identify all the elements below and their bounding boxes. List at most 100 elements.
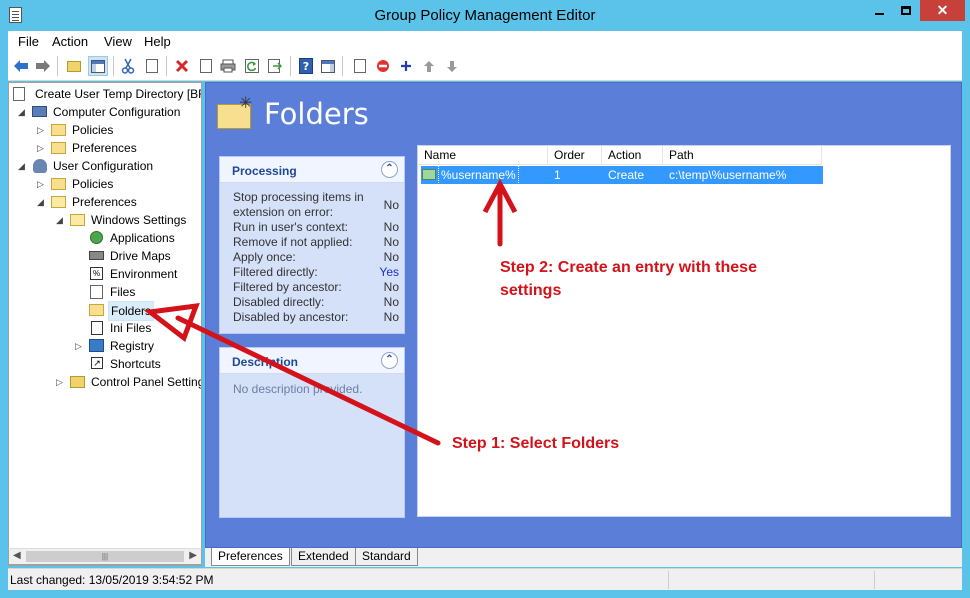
- tree-item-files[interactable]: Files: [9, 283, 199, 301]
- tree-label: Applications: [110, 231, 175, 245]
- expand-arrow-icon[interactable]: ▷: [37, 121, 44, 139]
- expand-arrow-icon[interactable]: ▷: [37, 175, 44, 193]
- action-pane-icon[interactable]: [318, 56, 338, 76]
- tree-item-environment[interactable]: % Environment: [9, 265, 199, 283]
- move-down-icon[interactable]: [442, 56, 462, 76]
- column-header-order[interactable]: Order: [548, 146, 602, 165]
- menu-view[interactable]: View: [104, 34, 132, 49]
- show-hide-tree-icon[interactable]: [88, 56, 108, 76]
- tree-horizontal-scrollbar[interactable]: ◀ ||| ▶: [8, 548, 202, 565]
- processing-label: Filtered directly:: [233, 265, 318, 279]
- tree-item-windows-settings[interactable]: ◢ Windows Settings: [9, 211, 199, 229]
- menu-help[interactable]: Help: [144, 34, 171, 49]
- add-icon[interactable]: [396, 56, 416, 76]
- environment-icon: %: [90, 267, 103, 280]
- tree-item-computer-configuration[interactable]: ◢ Computer Configuration: [9, 103, 199, 121]
- delete-icon[interactable]: [172, 56, 192, 76]
- sparkle-icon: ✳: [239, 95, 253, 112]
- collapse-arrow-icon[interactable]: ◢: [18, 157, 25, 175]
- new-item-icon[interactable]: [350, 56, 370, 76]
- column-header-path[interactable]: Path: [663, 146, 822, 165]
- move-up-icon[interactable]: [419, 56, 439, 76]
- tree-item-uc-preferences[interactable]: ◢ Preferences: [9, 193, 199, 211]
- tree-item-control-panel-settings[interactable]: ▷ Control Panel Setting: [9, 373, 202, 391]
- tree-item-user-configuration[interactable]: ◢ User Configuration: [9, 157, 199, 175]
- help-icon[interactable]: ?: [296, 56, 316, 76]
- step2-line2: settings: [500, 282, 562, 299]
- collapse-arrow-icon[interactable]: ◢: [37, 193, 44, 211]
- processing-row: Remove if not applied: No: [233, 235, 399, 250]
- scroll-right-icon[interactable]: ▶: [189, 550, 197, 561]
- menu-action[interactable]: Action: [52, 34, 88, 49]
- tree-label: Registry: [110, 339, 155, 353]
- tree-item-folders[interactable]: Folders: [9, 301, 199, 321]
- console-tree[interactable]: Create User Temp Directory [BR ◢ Compute…: [8, 82, 202, 566]
- tab-standard[interactable]: Standard: [355, 548, 418, 566]
- tree-label: Computer Configuration: [53, 105, 181, 119]
- processing-label: Remove if not applied:: [233, 235, 353, 249]
- tree-item-cc-preferences[interactable]: ▷ Preferences: [9, 139, 199, 157]
- tree-label: Folders: [108, 301, 155, 321]
- forward-icon[interactable]: [33, 56, 53, 76]
- column-header-action[interactable]: Action: [602, 146, 663, 165]
- collapse-arrow-icon[interactable]: ◢: [56, 211, 63, 229]
- user-icon: [33, 159, 47, 173]
- scroll-thumb[interactable]: |||: [26, 551, 184, 562]
- tree-item-shortcuts[interactable]: ↗ Shortcuts: [9, 355, 199, 373]
- expand-arrow-icon[interactable]: ▷: [75, 337, 82, 355]
- list-item[interactable]: %username% 1 Create c:\temp\%username%: [421, 165, 823, 185]
- tree-label: Control Panel Setting: [91, 375, 202, 389]
- item-path: c:\temp\%username%: [669, 168, 787, 182]
- collapse-icon[interactable]: ⌃: [381, 161, 398, 178]
- scroll-left-icon[interactable]: ◀: [13, 550, 21, 561]
- ini-file-icon: [91, 321, 103, 335]
- tree-item-cc-policies[interactable]: ▷ Policies: [9, 121, 199, 139]
- tree-label: Preferences: [72, 195, 137, 209]
- back-icon[interactable]: [11, 56, 31, 76]
- close-icon: ✕: [936, 2, 949, 18]
- collapse-icon[interactable]: ⌃: [381, 352, 398, 369]
- toolbar-separator: [113, 56, 114, 76]
- processing-value: No: [383, 235, 399, 249]
- processing-label: Disabled by ancestor:: [233, 310, 349, 324]
- processing-label: Disabled directly:: [233, 295, 325, 309]
- tree-item-ini-files[interactable]: Ini Files: [9, 319, 199, 337]
- folder-icon: [51, 178, 66, 190]
- processing-value: No: [383, 250, 399, 264]
- disable-icon[interactable]: [373, 56, 393, 76]
- tree-item-drive-maps[interactable]: Drive Maps: [9, 247, 199, 265]
- toolbar-separator: [57, 56, 58, 76]
- tree-label: User Configuration: [53, 159, 154, 173]
- processing-title: Processing: [232, 164, 297, 178]
- refresh-icon[interactable]: [242, 56, 262, 76]
- gpme-window: Group Policy Management Editor ✕ File Ac…: [0, 0, 970, 598]
- maximize-button[interactable]: [893, 0, 919, 21]
- print-icon[interactable]: [218, 56, 238, 76]
- expand-arrow-icon[interactable]: ▷: [37, 139, 44, 157]
- processing-row: Apply once: No: [233, 250, 399, 265]
- tree-label: Policies: [72, 123, 114, 137]
- close-button[interactable]: ✕: [920, 0, 965, 21]
- folder-icon: [89, 304, 104, 316]
- cut-icon[interactable]: [118, 56, 138, 76]
- minimize-button[interactable]: [866, 0, 892, 21]
- tree-item-registry[interactable]: ▷ Registry: [9, 337, 199, 355]
- properties-icon[interactable]: [196, 56, 216, 76]
- description-header[interactable]: Description ⌃: [220, 348, 404, 374]
- minimize-icon: [874, 12, 884, 15]
- column-header-name[interactable]: Name: [418, 146, 548, 165]
- status-cell: [668, 571, 669, 589]
- tab-preferences[interactable]: Preferences: [211, 548, 290, 566]
- folders-list-view[interactable]: Name Order Action Path %username% 1 Crea…: [417, 145, 951, 517]
- up-folder-icon[interactable]: [64, 56, 84, 76]
- collapse-arrow-icon[interactable]: ◢: [18, 103, 25, 121]
- menu-file[interactable]: File: [18, 34, 39, 49]
- gpo-document-icon: [13, 87, 25, 101]
- tree-item-applications[interactable]: Applications: [9, 229, 199, 247]
- copy-icon[interactable]: [142, 56, 162, 76]
- export-list-icon[interactable]: [265, 56, 285, 76]
- processing-header[interactable]: Processing ⌃: [220, 157, 404, 183]
- tab-extended[interactable]: Extended: [291, 548, 356, 566]
- expand-arrow-icon[interactable]: ▷: [56, 373, 63, 391]
- tree-item-uc-policies[interactable]: ▷ Policies: [9, 175, 199, 193]
